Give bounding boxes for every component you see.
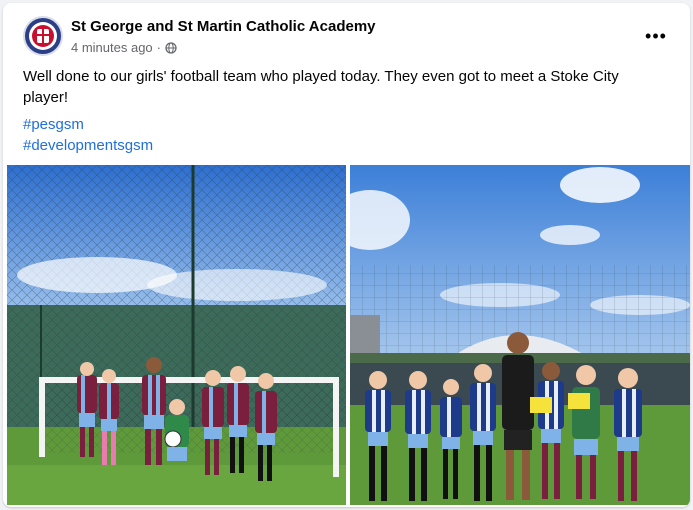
team-photo-right[interactable] bbox=[350, 165, 690, 505]
post-text: Well done to our girls' football team wh… bbox=[23, 68, 619, 106]
team-photo-left[interactable] bbox=[7, 165, 346, 505]
hashtag-developmentsgsm[interactable]: #developmentsgsm bbox=[23, 135, 153, 156]
meta-separator: · bbox=[156, 40, 162, 55]
more-dots-icon: ••• bbox=[645, 25, 667, 46]
post-time[interactable]: 4 minutes ago bbox=[71, 40, 153, 55]
hashtag-pesgsm[interactable]: #pesgsm bbox=[23, 114, 153, 135]
photo-image bbox=[350, 165, 690, 505]
school-crest-icon bbox=[29, 22, 57, 50]
post-card: St George and St Martin Catholic Academy… bbox=[3, 3, 690, 507]
photo-image bbox=[7, 165, 346, 505]
avatar[interactable] bbox=[23, 16, 63, 56]
post-header: St George and St Martin Catholic Academy… bbox=[23, 16, 674, 60]
hashtag-list: #pesgsm #developmentsgsm bbox=[23, 114, 153, 156]
photo-grid bbox=[3, 165, 690, 507]
more-options-button[interactable]: ••• bbox=[638, 22, 674, 50]
post-meta: 4 minutes ago · bbox=[71, 40, 177, 55]
author-name[interactable]: St George and St Martin Catholic Academy bbox=[71, 18, 376, 35]
globe-icon[interactable] bbox=[165, 41, 177, 54]
